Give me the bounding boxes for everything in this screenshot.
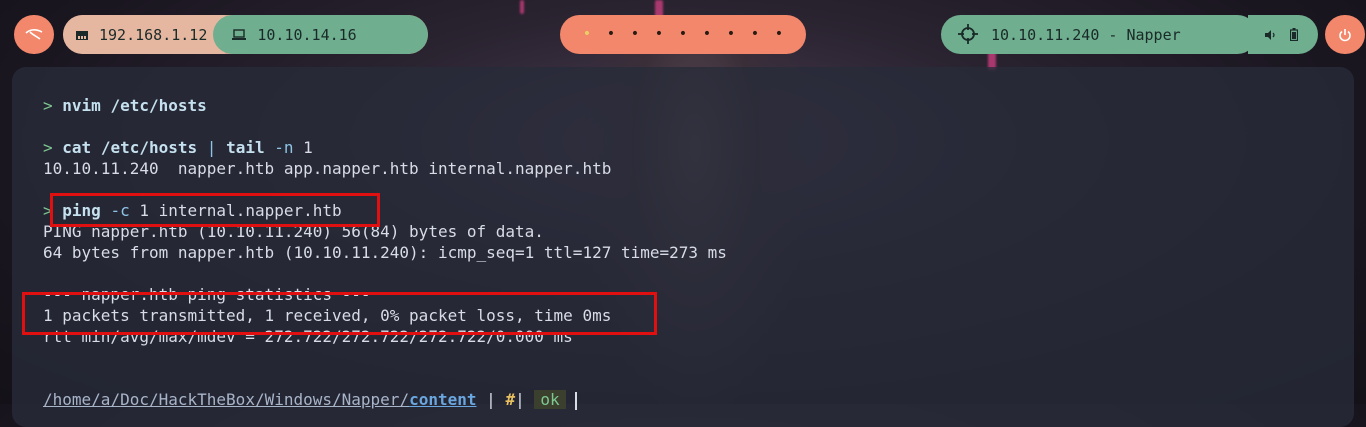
workspace-1[interactable]: • — [575, 15, 599, 54]
terminal-output: 64 bytes from napper.htb (10.10.11.240):… — [43, 243, 727, 262]
workspace-2[interactable]: • — [599, 15, 623, 54]
path-segment: /home/ — [43, 390, 101, 409]
workspace-6[interactable]: • — [695, 15, 719, 54]
command-arg: 1 — [303, 138, 313, 157]
command: nvim — [62, 96, 101, 115]
prompt-status-line: /home/a/Doc/HackTheBox/Windows/Napper/co… — [43, 389, 1354, 410]
vpn-ip-segment[interactable]: 10.10.14.16 — [213, 15, 428, 54]
workspace-switcher: • • • • • • • • • — [560, 15, 806, 54]
network-info: 192.168.1.12 10.10.14.16 — [63, 15, 428, 54]
path-segment: a — [100, 390, 111, 409]
target-info[interactable]: 10.10.11.240 - Napper — [941, 15, 1257, 54]
terminal-line: > cat /etc/hosts | tail -n 1 — [43, 137, 1354, 158]
git-branch: # — [505, 390, 516, 409]
local-ip-segment[interactable]: 192.168.1.12 — [63, 15, 226, 54]
terminal-line: > nvim /etc/hosts — [43, 95, 1354, 116]
prompt-symbol: > — [43, 138, 53, 157]
exit-status: ok — [534, 390, 566, 409]
power-icon — [1339, 28, 1351, 41]
command-flag: -n — [274, 138, 294, 157]
path-segment: /HackTheBox/Windows/Napper/ — [148, 390, 410, 409]
crosshair-icon — [958, 24, 978, 44]
pipe-symbol: | — [206, 138, 217, 157]
power-button[interactable] — [1325, 15, 1365, 54]
separator: | — [515, 390, 525, 409]
workspace-8[interactable]: • — [743, 15, 767, 54]
highlight-ping-command — [50, 193, 380, 227]
laptop-icon — [232, 28, 247, 40]
target-label: 10.10.11.240 - Napper — [991, 25, 1181, 44]
kali-dragon-icon — [25, 28, 43, 40]
highlight-packet-stats — [22, 292, 657, 335]
command-arg: /etc/hosts — [100, 138, 198, 157]
command: tail — [226, 138, 265, 157]
workspace-4[interactable]: • — [647, 15, 671, 54]
volume-icon[interactable] — [1264, 29, 1276, 41]
local-ip: 192.168.1.12 — [99, 25, 208, 44]
text-cursor — [575, 391, 578, 410]
command: cat — [62, 138, 92, 157]
battery-icon[interactable] — [1290, 28, 1298, 41]
workspace-3[interactable]: • — [623, 15, 647, 54]
workspace-5[interactable]: • — [671, 15, 695, 54]
command-arg: /etc/hosts — [110, 96, 207, 115]
app-menu-button[interactable] — [14, 15, 54, 54]
system-status — [1248, 15, 1318, 54]
vpn-ip: 10.10.14.16 — [257, 25, 357, 44]
path-segment: Doc — [120, 390, 149, 409]
path-segment: / — [110, 390, 121, 409]
separator: | — [486, 390, 496, 409]
ethernet-icon — [76, 30, 88, 40]
terminal-window[interactable]: > nvim /etc/hosts > cat /etc/hosts | tai… — [12, 67, 1354, 427]
current-directory: content — [409, 390, 477, 409]
workspace-9[interactable]: • — [767, 15, 791, 54]
prompt-symbol: > — [43, 96, 53, 115]
workspace-7[interactable]: • — [719, 15, 743, 54]
wallpaper-neon-light — [520, 0, 524, 14]
terminal-output: 10.10.11.240 napper.htb app.napper.htb i… — [43, 159, 612, 178]
